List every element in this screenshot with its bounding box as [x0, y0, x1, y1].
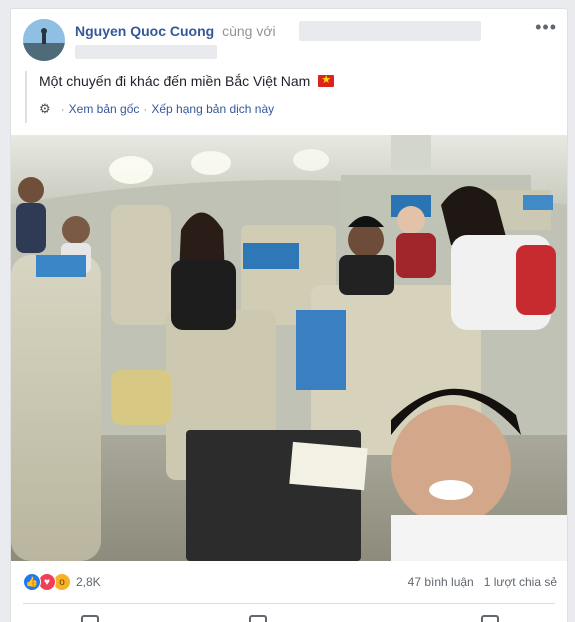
post-text-block: Một chuyến đi khác đến miền Bắc Việt Nam…: [25, 71, 335, 123]
with-text: cùng với: [222, 23, 276, 39]
reaction-count[interactable]: 2,8K: [76, 575, 101, 589]
more-options-icon[interactable]: •••: [535, 17, 557, 38]
facebook-post: Nguyen Quoc Cuong cùng với ••• Một chuyế…: [10, 8, 568, 622]
separator: ·: [143, 102, 148, 116]
post-photo[interactable]: [11, 135, 567, 561]
gear-icon[interactable]: ⚙: [39, 101, 51, 117]
shares-count-link[interactable]: 1 lượt chia sẻ: [484, 575, 557, 589]
like-icon: 👍: [23, 573, 41, 591]
divider: [23, 603, 555, 604]
post-stats: 👍 ♥ o 2,8K 47 bình luận 1 lượt chia sẻ: [11, 569, 567, 599]
blurred-timestamp: [75, 45, 217, 59]
post-text: Một chuyến đi khác đến miền Bắc Việt Nam…: [39, 71, 335, 91]
comments-shares: 47 bình luận 1 lượt chia sẻ: [408, 575, 557, 589]
comments-count-link[interactable]: 47 bình luận: [408, 575, 474, 589]
vietnam-flag-icon: ★: [318, 74, 335, 87]
avatar-image: [23, 19, 65, 61]
author-name[interactable]: Nguyen Quoc Cuong: [75, 23, 214, 39]
translation-bar: ⚙ · Xem bản gốc · Xếp hạng bản dịch này: [39, 101, 334, 117]
separator: ·: [60, 102, 65, 116]
see-original-link[interactable]: Xem bản gốc: [69, 102, 140, 116]
airplane-cabin-selfie-image: [11, 135, 567, 561]
author-line: Nguyen Quoc Cuong cùng với: [75, 23, 276, 39]
blurred-tagged-names: [299, 21, 481, 41]
author-avatar[interactable]: [23, 19, 65, 61]
reactions-summary[interactable]: 👍 ♥ o 2,8K: [23, 573, 101, 591]
post-message: Một chuyến đi khác đến miền Bắc Việt Nam: [39, 73, 311, 89]
rate-translation-link[interactable]: Xếp hạng bản dịch này: [151, 102, 274, 116]
